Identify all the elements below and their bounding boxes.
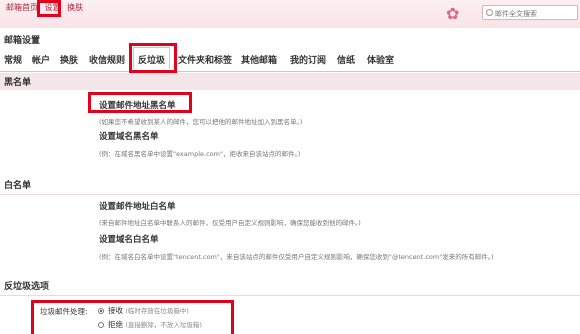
tab-stationery[interactable]: 信纸: [337, 53, 355, 66]
whitelist-address-note: (来自邮件地址白名单中联系人的邮件，仅受用户自定义规则影响，确保您能收到他的邮件…: [99, 219, 361, 227]
blacklist-domain-note: (例：在域名黑名单中设置"example.com"，拒收来自该站点的邮件。): [99, 150, 301, 158]
tab-skin[interactable]: 换肤: [60, 53, 78, 66]
tab-account[interactable]: 帐户: [32, 53, 50, 66]
tab-subscriptions[interactable]: 我的订阅: [290, 53, 326, 66]
mail-search-input[interactable]: [482, 5, 578, 20]
tab-folders-labels[interactable]: 文件夹和标签: [178, 53, 232, 66]
top-bar: 邮箱首页 设置 换肤 ✿: [0, 0, 580, 28]
anti-spam-options-title: 反垃圾选项: [4, 282, 50, 292]
highlight-blacklist-address-link: [88, 92, 192, 113]
anti-spam-options-header: 反垃圾选项: [0, 277, 580, 294]
settings-tabs: 常规 帐户 换肤 收信规则 反垃圾 文件夹和标签 其他邮箱 我的订阅 信纸 体验…: [0, 47, 580, 72]
page-title: 邮箱设置: [4, 36, 41, 46]
whitelist-divider: [0, 194, 580, 195]
blacklist-address-note: (如果您不希望收到某人的邮件，您可以把他的邮件地址加入到黑名单。): [99, 118, 303, 126]
tab-lab[interactable]: 体验室: [367, 53, 394, 66]
whitelist-address-link[interactable]: 设置邮件地址白名单: [99, 200, 176, 212]
highlight-settings-link: [37, 0, 61, 17]
whitelist-title: 白名单: [4, 181, 32, 191]
whitelist-domain-note: (例：在域名白名单中设置"tencent.com"，来自该站点的邮件仅受用户自定…: [99, 253, 494, 261]
whitelist-header: 白名单: [0, 176, 580, 193]
flower-decoration-icon: ✿: [446, 4, 460, 23]
highlight-spam-handling: [31, 300, 234, 334]
options-divider: [0, 295, 580, 296]
blacklist-title: 黑名单: [4, 78, 32, 88]
blacklist-header: 黑名单: [0, 73, 580, 90]
mailbox-home-link[interactable]: 邮箱首页: [6, 3, 38, 12]
highlight-anti-spam-tab: [129, 43, 177, 73]
tab-mail-rules[interactable]: 收信规则: [89, 53, 125, 66]
tab-other-mailboxes[interactable]: 其他邮箱: [241, 53, 277, 66]
skin-link[interactable]: 换肤: [67, 3, 83, 12]
tab-general[interactable]: 常规: [4, 53, 22, 66]
blacklist-domain-link[interactable]: 设置域名黑名单: [99, 130, 159, 142]
search-icon: [486, 9, 493, 16]
whitelist-domain-link[interactable]: 设置域名白名单: [99, 233, 159, 245]
